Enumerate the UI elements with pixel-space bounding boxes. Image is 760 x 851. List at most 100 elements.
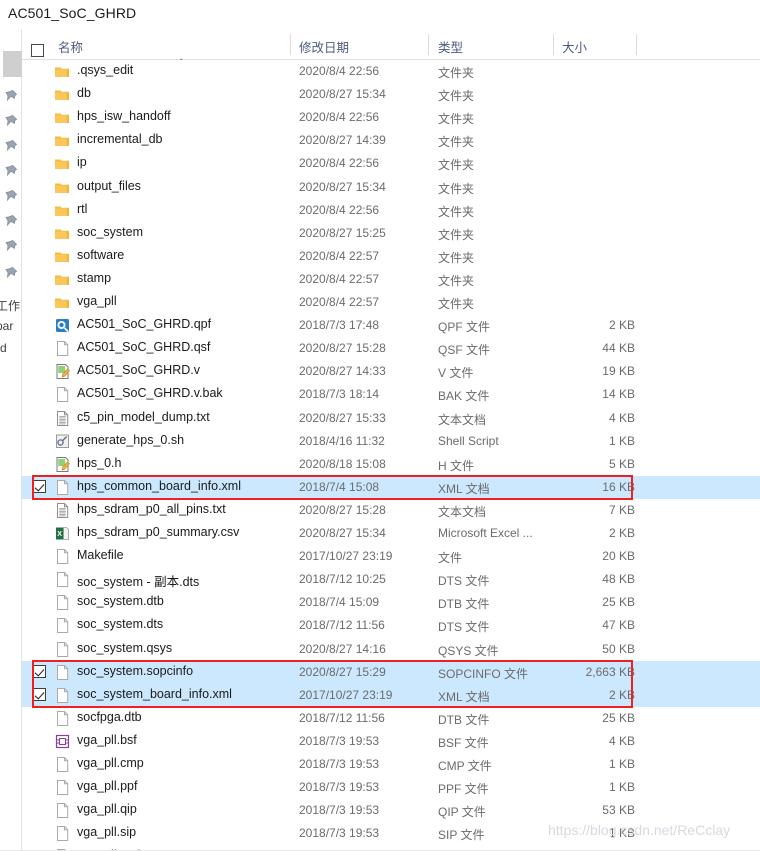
file-name[interactable]: stamp <box>77 271 111 285</box>
file-size: 50 KB <box>602 641 635 656</box>
column-divider-1[interactable] <box>290 34 291 55</box>
file-row[interactable]: vga_pll.bsf 2018/7/3 19:53 BSF 文件 4 KB <box>22 730 760 753</box>
file-name[interactable]: hps_sdram_p0_summary.csv <box>77 525 239 539</box>
file-name[interactable]: incremental_db <box>77 132 162 146</box>
pin-icon[interactable] <box>4 239 18 253</box>
file-row[interactable]: soc_system - 副本.dts 2018/7/12 10:25 DTS 文件… <box>22 568 760 591</box>
file-name[interactable]: vga_pll.ppf <box>77 779 137 793</box>
column-header-size[interactable]: 大小 <box>562 37 587 56</box>
file-row[interactable]: AC501_SoC_GHRD.qpf 2018/7/3 17:48 QPF 文件 2 … <box>22 314 760 337</box>
file-name[interactable]: AC501_SoC_GHRD.qpf <box>77 317 211 331</box>
pin-icon[interactable] <box>4 114 18 128</box>
file-row[interactable]: AC501_SoC_GHRD.v.bak 2018/7/3 18:14 BAK 文件… <box>22 383 760 406</box>
pin-icon[interactable] <box>4 189 18 203</box>
file-row[interactable]: soc_system 2020/8/27 15:25 文件夹 <box>22 222 760 245</box>
file-name[interactable]: vga_pll.sip <box>77 825 136 839</box>
file-row[interactable]: ip 2020/8/4 22:56 文件夹 <box>22 152 760 175</box>
file-row[interactable]: incremental_db 2020/8/27 14:39 文件夹 <box>22 129 760 152</box>
file-row[interactable]: rtl 2020/8/4 22:56 文件夹 <box>22 199 760 222</box>
file-name[interactable]: vga_pll.qip <box>77 802 137 816</box>
pin-icon[interactable] <box>4 139 18 153</box>
file-row[interactable]: vga_pll.cmp 2018/7/3 19:53 CMP 文件 1 KB <box>22 753 760 776</box>
file-name[interactable]: c5_pin_model_dump.txt <box>77 410 210 424</box>
file-row[interactable]: AC501_SoC_GHRD.v 2020/8/27 14:33 V 文件 19 KB <box>22 360 760 383</box>
file-name[interactable]: socfpga.dtb <box>77 710 142 724</box>
file-row[interactable]: Xhps_sdram_p0_summary.csv 2020/8/27 15:34… <box>22 522 760 545</box>
file-name[interactable]: .qsys_edit <box>77 63 133 77</box>
file-row[interactable]: hps_common_board_info.xml 2018/7/4 15:08 X… <box>22 475 760 499</box>
file-name[interactable]: hps_sdram_p0_all_pins.txt <box>77 502 226 516</box>
column-header-date[interactable]: 修改日期 <box>299 37 349 56</box>
file-name[interactable]: rtl <box>77 202 87 216</box>
file-list[interactable]: .qsys_edit 2020/8/4 22:56 文件夹 db 2020/8/27 1… <box>22 60 760 851</box>
file-name[interactable]: soc_system.dts <box>77 617 163 631</box>
file-name[interactable]: soc_system - 副本.dts <box>77 571 199 590</box>
file-row[interactable]: vga_pll.qip 2018/7/3 19:53 QIP 文件 53 KB <box>22 799 760 822</box>
file-name[interactable]: hps_isw_handoff <box>77 109 171 123</box>
nav-clipped-label[interactable]: 工作 <box>0 297 20 314</box>
file-row[interactable]: soc_system_board_info.xml 2017/10/27 23:1… <box>22 683 760 707</box>
file-name[interactable]: software <box>77 248 124 262</box>
column-divider-3[interactable] <box>553 34 554 55</box>
file-name[interactable]: AC501_SoC_GHRD.qsf <box>77 340 210 354</box>
nav-selected-item[interactable] <box>3 51 22 77</box>
file-type: QSYS 文件 <box>438 643 499 658</box>
file-row[interactable]: software 2020/8/4 22:57 文件夹 <box>22 245 760 268</box>
file-name[interactable]: AC501_SoC_GHRD.v <box>77 363 200 377</box>
file-name[interactable]: soc_system.dtb <box>77 594 164 608</box>
row-checkbox[interactable] <box>33 664 46 678</box>
file-name[interactable]: soc_system_board_info.xml <box>77 687 232 701</box>
file-name[interactable]: soc_system.qsys <box>77 641 172 655</box>
nav-clipped-label[interactable]: par <box>0 319 20 333</box>
file-row[interactable]: soc_system.sopcinfo 2020/8/27 15:29 SOPCIN… <box>22 660 760 684</box>
navigation-rail[interactable]: 工作 par rd <box>0 29 22 851</box>
file-row[interactable]: soc_system.dtb 2018/7/4 15:09 DTB 文件 25 KB <box>22 591 760 614</box>
column-header-bar[interactable]: ^ 名称 修改日期 类型 大小 <box>22 29 760 69</box>
select-all-checkbox[interactable] <box>31 44 44 57</box>
file-row[interactable]: soc_system.dts 2018/7/12 11:56 DTS 文件 47 KB <box>22 614 760 637</box>
file-row[interactable]: generate_hps_0.sh 2018/4/16 11:32 Shell Sc… <box>22 430 760 453</box>
file-name[interactable]: vga_pll.cmp <box>77 756 144 770</box>
file-row[interactable]: Makefile 2017/10/27 23:19 文件 20 KB <box>22 545 760 568</box>
pin-icon[interactable] <box>4 266 18 280</box>
file-name[interactable]: hps_0.h <box>77 456 121 470</box>
file-row[interactable]: vga_pll 2020/8/4 22:57 文件夹 <box>22 291 760 314</box>
pin-icon[interactable] <box>4 89 18 103</box>
file-name[interactable]: vga_pll.bsf <box>77 733 137 747</box>
file-row[interactable]: db 2020/8/27 15:34 文件夹 <box>22 83 760 106</box>
blank-file-icon <box>54 386 71 403</box>
column-header-name[interactable]: 名称 <box>58 37 83 56</box>
row-checkbox[interactable] <box>33 479 46 493</box>
column-divider-2[interactable] <box>428 34 429 55</box>
file-name[interactable]: soc_system.sopcinfo <box>77 664 193 678</box>
file-name[interactable]: vga_pll <box>77 294 117 308</box>
column-divider-4[interactable] <box>636 34 637 55</box>
pin-icon[interactable] <box>4 164 18 178</box>
file-row[interactable]: hps_isw_handoff 2020/8/4 22:56 文件夹 <box>22 106 760 129</box>
file-name[interactable]: hps_common_board_info.xml <box>77 479 241 493</box>
file-row[interactable]: c5_pin_model_dump.txt 2020/8/27 15:33 文本文档… <box>22 407 760 430</box>
file-type: DTB 文件 <box>438 712 490 727</box>
file-row[interactable]: soc_system.qsys 2020/8/27 14:16 QSYS 文件 50 … <box>22 638 760 661</box>
file-name[interactable]: ip <box>77 155 87 169</box>
row-checkbox[interactable] <box>33 687 46 701</box>
file-name[interactable]: soc_system <box>77 225 143 239</box>
file-name[interactable]: AC501_SoC_GHRD.v.bak <box>77 386 223 400</box>
column-header-type[interactable]: 类型 <box>438 37 463 56</box>
file-name[interactable]: Makefile <box>77 548 124 562</box>
file-name[interactable]: db <box>77 86 91 100</box>
file-row[interactable]: AC501_SoC_GHRD.qsf 2020/8/27 15:28 QSF 文件 4… <box>22 337 760 360</box>
file-row[interactable]: hps_sdram_p0_all_pins.txt 2020/8/27 15:28… <box>22 499 760 522</box>
file-row[interactable]: vga_pll.ppf 2018/7/3 19:53 PPF 文件 1 KB <box>22 776 760 799</box>
file-name[interactable]: generate_hps_0.sh <box>77 433 184 447</box>
file-row[interactable]: hps_0.h 2020/8/18 15:08 H 文件 5 KB <box>22 453 760 476</box>
file-row[interactable]: socfpga.dtb 2018/7/12 11:56 DTB 文件 25 KB <box>22 707 760 730</box>
pin-icon[interactable] <box>4 214 18 228</box>
file-row[interactable]: .qsys_edit 2020/8/4 22:56 文件夹 <box>22 60 760 83</box>
file-row[interactable]: output_files 2020/8/27 15:34 文件夹 <box>22 176 760 199</box>
file-row[interactable]: stamp 2020/8/4 22:57 文件夹 <box>22 268 760 291</box>
file-name[interactable]: output_files <box>77 179 141 193</box>
nav-clipped-label[interactable]: rd <box>0 341 20 355</box>
file-date: 2020/8/4 22:56 <box>299 64 380 78</box>
file-type: 文件夹 <box>438 297 475 311</box>
